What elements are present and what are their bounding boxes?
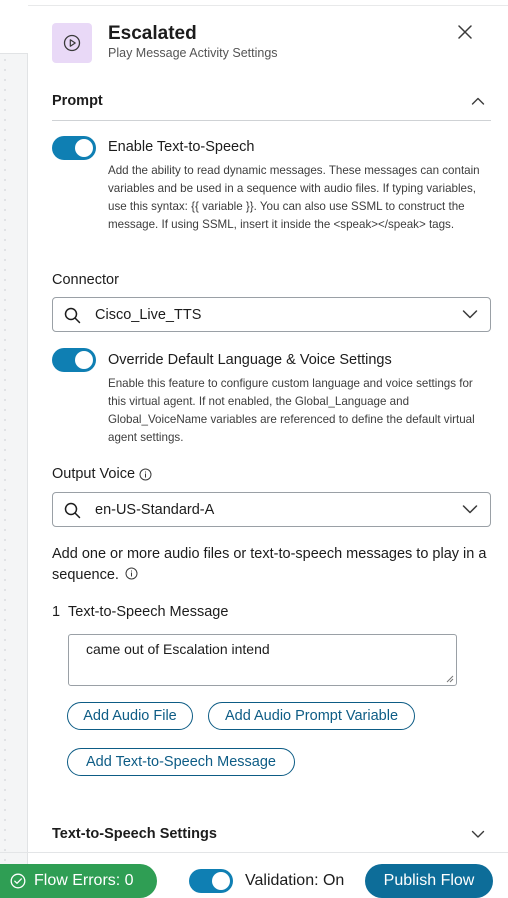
close-button[interactable] [454, 21, 476, 43]
sequence-instructions-text: Add one or more audio files or text-to-s… [52, 546, 487, 583]
search-icon [64, 307, 81, 324]
chevron-down-icon [471, 830, 485, 838]
tts-settings-section-label: Text-to-Speech Settings [52, 826, 217, 842]
flow-canvas-edge [0, 0, 28, 898]
chevron-down-icon [462, 505, 478, 514]
output-voice-label-text: Output Voice [52, 466, 136, 482]
section-divider [52, 120, 491, 121]
play-circle-icon [52, 23, 92, 63]
canvas-grid [0, 55, 14, 898]
publish-flow-button[interactable]: Publish Flow [365, 864, 493, 898]
override-voice-toggle[interactable] [52, 348, 96, 372]
info-icon [139, 468, 152, 480]
validation-label: Validation: On [245, 872, 345, 889]
output-voice-select[interactable]: en-US-Standard-A [52, 492, 491, 527]
check-circle-icon [10, 873, 26, 889]
tts-message-text: came out of Escalation intend [86, 641, 270, 657]
sequence-instructions: Add one or more audio files or text-to-s… [52, 544, 492, 586]
override-voice-label: Override Default Language & Voice Settin… [108, 352, 392, 368]
add-tts-message-button[interactable]: Add Text-to-Speech Message [67, 748, 295, 776]
prompt-section-header[interactable]: Prompt [52, 86, 491, 116]
output-voice-label: Output Voice [52, 466, 152, 482]
tts-settings-section-header[interactable]: Text-to-Speech Settings [52, 819, 491, 849]
flow-errors-button[interactable]: Flow Errors: 0 [0, 864, 157, 898]
footer-divider [0, 852, 508, 853]
canvas-toolbar-edge [0, 0, 28, 54]
connector-label: Connector [52, 272, 119, 288]
message-index: 1 [52, 604, 61, 620]
enable-tts-label: Enable Text-to-Speech [108, 139, 255, 155]
override-voice-description: Enable this feature to configure custom … [108, 377, 475, 444]
message-type-label: Text-to-Speech Message [68, 604, 229, 620]
connector-select[interactable]: Cisco_Live_TTS [52, 297, 491, 332]
info-icon [125, 567, 138, 580]
connector-label-text: Connector [52, 272, 119, 288]
connector-value: Cisco_Live_TTS [95, 306, 202, 323]
add-audio-prompt-variable-button[interactable]: Add Audio Prompt Variable [208, 702, 415, 730]
resize-handle-icon [446, 675, 454, 683]
panel-subtitle: Play Message Activity Settings [108, 46, 278, 60]
tts-message-textarea[interactable]: came out of Escalation intend [68, 634, 457, 686]
close-icon [458, 25, 472, 39]
chevron-up-icon [471, 97, 485, 105]
chevron-down-icon [462, 310, 478, 319]
flow-errors-label: Flow Errors: 0 [34, 872, 134, 889]
enable-tts-description: Add the ability to read dynamic messages… [108, 164, 480, 231]
output-voice-value: en-US-Standard-A [95, 501, 215, 518]
search-icon [64, 502, 81, 519]
enable-tts-toggle[interactable] [52, 136, 96, 160]
prompt-section-label: Prompt [52, 93, 103, 109]
add-audio-file-button[interactable]: Add Audio File [67, 702, 193, 730]
panel-title: Escalated [108, 23, 197, 44]
validation-toggle[interactable] [189, 869, 233, 893]
